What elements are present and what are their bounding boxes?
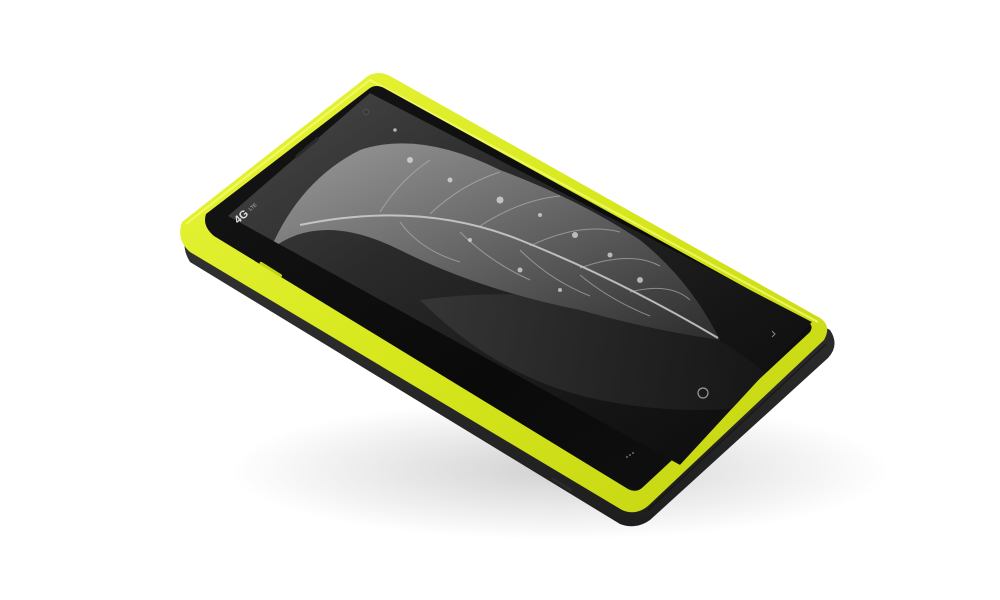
smartphone-photo: 4G LTE [180,73,890,540]
front-camera-icon [362,108,370,116]
product-photo-stage: 4G LTE [0,0,1000,600]
